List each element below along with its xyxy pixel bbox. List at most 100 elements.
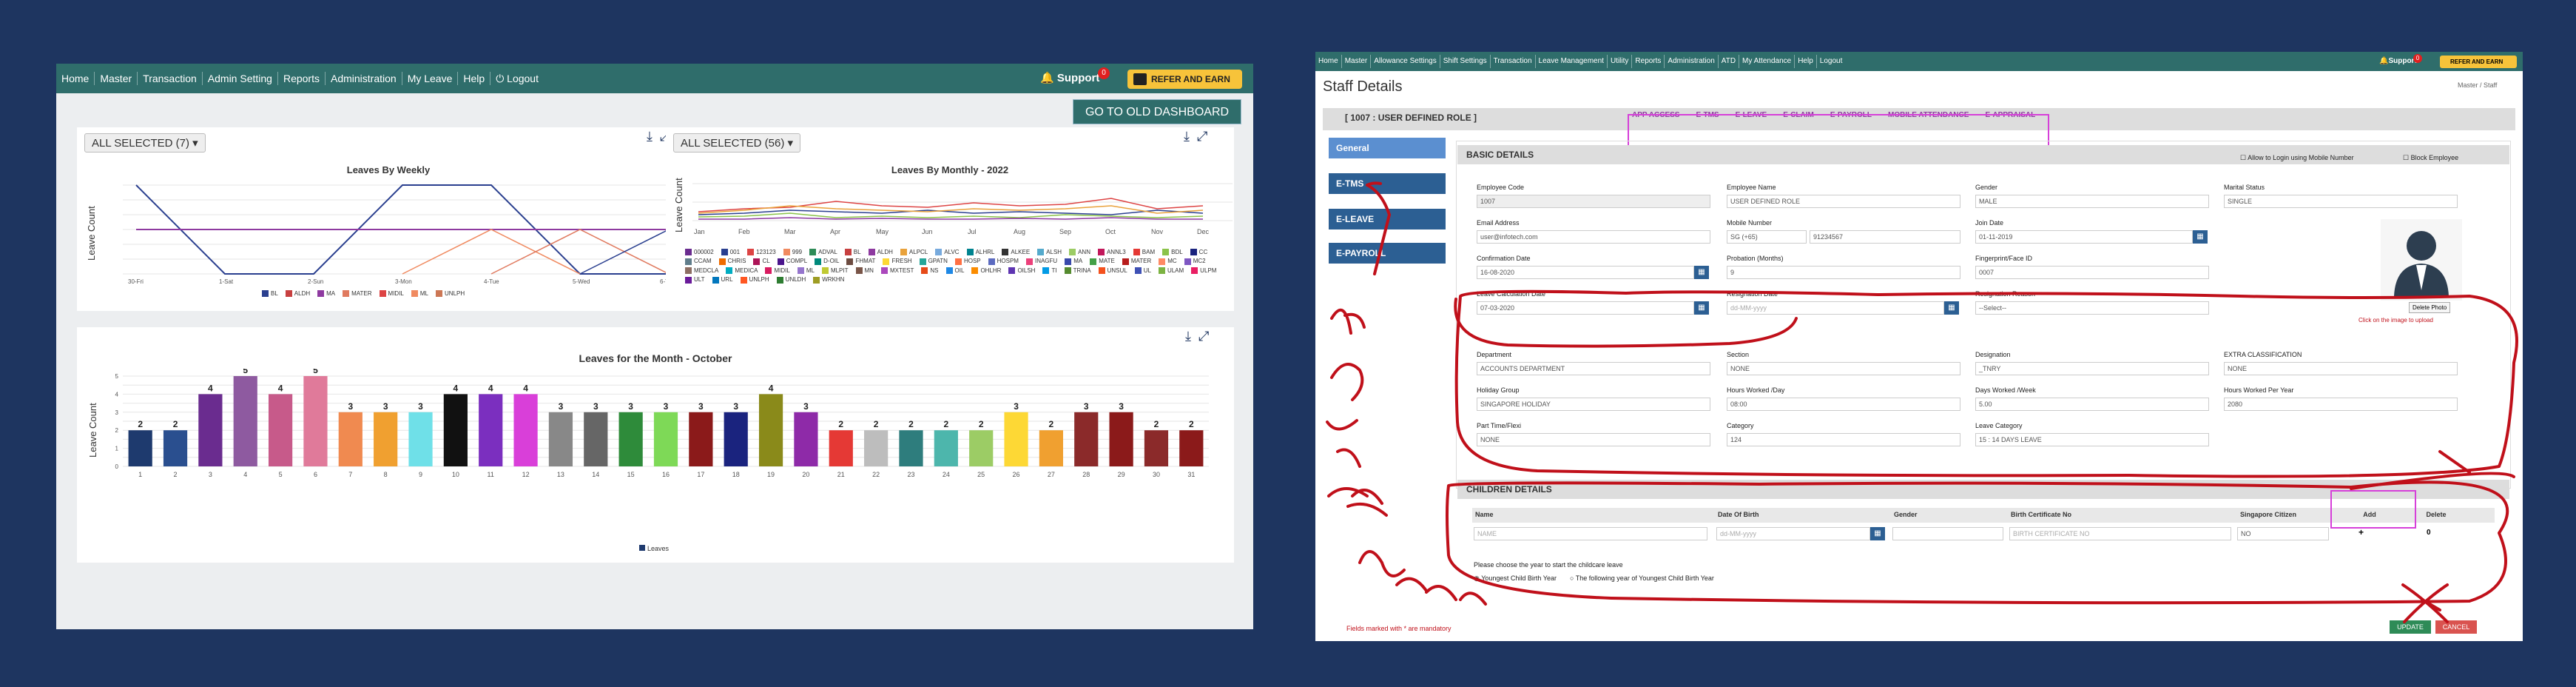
monthly-legend-item[interactable]: ALPCL [900, 249, 928, 256]
monthly-legend-item[interactable]: HOSPM [988, 258, 1019, 265]
nav-logout[interactable]: ⏻ Logout [490, 72, 544, 85]
bar-day-14[interactable] [584, 412, 608, 466]
old-dashboard-button[interactable]: GO TO OLD DASHBOARD [1073, 99, 1241, 124]
monthly-legend-item[interactable]: WRKHN [813, 276, 844, 284]
monthly-legend-item[interactable]: TI [1042, 267, 1057, 275]
nav-help[interactable]: Help [458, 72, 491, 85]
monthly-legend-item[interactable]: ULT [685, 276, 705, 284]
bar-day-13[interactable] [548, 412, 573, 466]
monthly-legend-item[interactable]: URL [712, 276, 733, 284]
weekly-legend-item[interactable]: MIDIL [379, 290, 404, 298]
monthly-legend-item[interactable]: UNSUL [1098, 267, 1127, 275]
monthly-legend-item[interactable]: ALKEE [1002, 249, 1030, 256]
monthly-legend-item[interactable]: MEDICA [726, 267, 758, 275]
monthly-legend-item[interactable]: ALHRL [966, 249, 994, 256]
refer-and-earn-button[interactable]: REFER AND EARN [1127, 70, 1242, 89]
monthly-legend-item[interactable]: BAM [1133, 249, 1155, 256]
monthly-legend-item[interactable]: UNLPH [740, 276, 769, 284]
bar-day-12[interactable] [513, 394, 538, 466]
monthly-legend-item[interactable]: ADVAL [809, 249, 837, 256]
monthly-legend-item[interactable]: CL [753, 258, 770, 265]
monthly-legend-item[interactable]: ALVC [935, 249, 960, 256]
bar-day-29[interactable] [1109, 412, 1133, 466]
monthly-legend-item[interactable]: MIDIL [765, 267, 790, 275]
monthly-legend-item[interactable]: NS [921, 267, 939, 275]
monthly-legend-item[interactable]: OILSH [1008, 267, 1035, 275]
bar-day-9[interactable] [408, 412, 433, 466]
monthly-legend-item[interactable]: 999 [783, 249, 802, 256]
support-link[interactable]: 🔔 Support [1040, 71, 1099, 84]
monthly-legend-item[interactable]: HOSP [954, 258, 981, 265]
weekly-filter-select[interactable]: ALL SELECTED (7) ▾ [84, 133, 206, 153]
expand-icon[interactable]: ⤢ [1198, 329, 1209, 344]
bar-day-4[interactable] [233, 376, 257, 466]
monthly-legend-item[interactable]: MC2 [1184, 258, 1206, 265]
monthly-legend-item[interactable]: MC [1159, 258, 1177, 265]
weekly-legend-item[interactable]: UNLPH [436, 290, 465, 298]
bar-day-11[interactable] [479, 394, 503, 466]
monthly-legend-item[interactable]: GPATN [919, 258, 948, 265]
monthly-legend-item[interactable]: MN [855, 267, 874, 275]
nav-home[interactable]: Home [56, 72, 95, 85]
monthly-legend-item[interactable]: MEDCLA [685, 267, 718, 275]
nav-administration[interactable]: Administration [326, 72, 402, 85]
bar-day-1[interactable] [128, 430, 152, 466]
bar-day-5[interactable] [268, 394, 293, 466]
monthly-legend-item[interactable]: 001 [721, 249, 740, 256]
download-icon[interactable]: ⤓ [1185, 329, 1191, 344]
monthly-legend-item[interactable]: UL [1134, 267, 1151, 275]
nav-admin-setting[interactable]: Admin Setting [203, 72, 278, 85]
monthly-legend-item[interactable]: ANNL3 [1097, 249, 1126, 256]
monthly-legend-item[interactable]: CC [1190, 249, 1207, 256]
weekly-legend-item[interactable]: BL [262, 290, 278, 298]
bar-day-10[interactable] [443, 394, 468, 466]
bar-day-23[interactable] [899, 430, 923, 466]
bar-day-19[interactable] [758, 394, 783, 466]
monthly-legend-item[interactable]: MA [1065, 258, 1082, 265]
monthly-legend-item[interactable]: ANN [1069, 249, 1090, 256]
nav-reports[interactable]: Reports [278, 72, 326, 85]
bar-day-25[interactable] [969, 430, 994, 466]
monthly-legend-item[interactable]: ULPM [1191, 267, 1216, 275]
bar-day-21[interactable] [829, 430, 853, 466]
download-icon[interactable]: ⤓ [1184, 129, 1190, 144]
weekly-legend-item[interactable]: ML [411, 290, 428, 298]
monthly-legend-item[interactable]: INAGFU [1025, 258, 1057, 265]
monthly-legend-item[interactable]: CCAM [685, 258, 712, 265]
bar-day-28[interactable] [1074, 412, 1099, 466]
monthly-legend-item[interactable]: FHMAT [846, 258, 875, 265]
bar-day-3[interactable] [198, 394, 223, 466]
monthly-legend-item[interactable]: ALSH [1037, 249, 1062, 256]
monthly-filter-select[interactable]: ALL SELECTED (56) ▾ [673, 133, 801, 153]
monthly-legend-item[interactable]: CHRIS [718, 258, 746, 265]
bar-day-7[interactable] [338, 412, 363, 466]
weekly-legend-item[interactable]: MATER [343, 290, 372, 298]
monthly-legend-item[interactable]: MATE [1090, 258, 1115, 265]
monthly-legend-item[interactable]: ML [797, 267, 815, 275]
monthly-legend-item[interactable]: TRINA [1064, 267, 1091, 275]
monthly-legend-item[interactable]: OHLHR [971, 267, 1001, 275]
monthly-legend-item[interactable]: BDL [1162, 249, 1183, 256]
monthly-legend-item[interactable]: ULAM [1158, 267, 1184, 275]
monthly-legend-item[interactable]: D-OIL [815, 258, 839, 265]
bar-day-15[interactable] [618, 412, 643, 466]
bar-day-24[interactable] [934, 430, 958, 466]
monthly-legend-item[interactable]: BL [844, 249, 861, 256]
monthly-legend-item[interactable]: MLPIT [821, 267, 849, 275]
weekly-legend-item[interactable]: MA [317, 290, 335, 298]
monthly-legend-item[interactable]: 000002 [685, 249, 714, 256]
monthly-legend-item[interactable]: MXTEST [880, 267, 914, 275]
nav-transaction[interactable]: Transaction [138, 72, 203, 85]
bar-day-2[interactable] [163, 430, 188, 466]
nav-master[interactable]: Master [95, 72, 138, 85]
monthly-legend-item[interactable]: FRESH [883, 258, 912, 265]
bar-day-27[interactable] [1039, 430, 1064, 466]
monthly-legend-item[interactable]: MATER [1122, 258, 1151, 265]
monthly-legend-item[interactable]: ALDH [868, 249, 893, 256]
bar-day-22[interactable] [864, 430, 889, 466]
monthly-legend-item[interactable]: OIL [945, 267, 964, 275]
monthly-legend-item[interactable]: 123123 [747, 249, 776, 256]
bar-day-20[interactable] [794, 412, 818, 466]
bar-day-6[interactable] [303, 376, 328, 466]
bar-day-16[interactable] [653, 412, 678, 466]
